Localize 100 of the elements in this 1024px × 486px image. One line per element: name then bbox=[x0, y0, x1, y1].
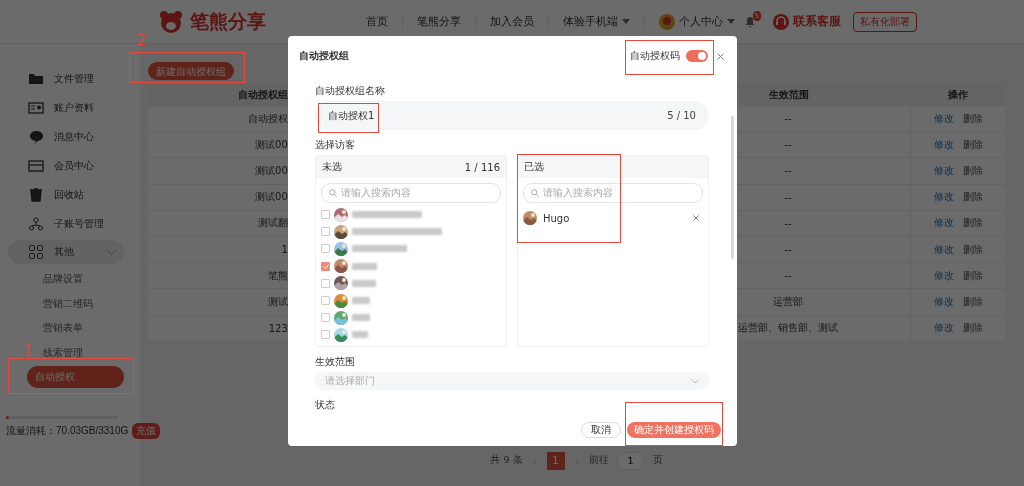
caret-icon bbox=[727, 19, 735, 24]
table-cell: -- bbox=[784, 139, 792, 151]
blurred-name bbox=[352, 314, 370, 322]
table-cell-text: 测试 bbox=[266, 294, 288, 309]
sidebar-item[interactable]: 文件管理 bbox=[8, 64, 128, 93]
search-field[interactable]: 请输入搜索内容 bbox=[523, 183, 703, 203]
checkbox[interactable] bbox=[321, 278, 330, 288]
table-cell-text: 测试00 bbox=[254, 137, 288, 152]
sidebar-item[interactable]: 自动授权 bbox=[27, 366, 124, 388]
edit-link[interactable]: 修改 bbox=[933, 190, 954, 205]
nav-link[interactable]: 首页 bbox=[358, 14, 403, 29]
page-unit: 页 bbox=[652, 454, 663, 468]
checkbox[interactable] bbox=[321, 313, 330, 323]
panel-title: 未选 bbox=[322, 160, 342, 174]
user-menu[interactable]: 个人中心 bbox=[679, 14, 723, 29]
headset-icon bbox=[773, 13, 789, 30]
search-icon bbox=[531, 189, 539, 197]
delete-link[interactable]: 删除 bbox=[962, 268, 983, 283]
delete-link[interactable]: 删除 bbox=[962, 242, 983, 257]
checkbox[interactable] bbox=[321, 210, 330, 220]
avatar-icon bbox=[659, 13, 675, 30]
edit-link[interactable]: 修改 bbox=[933, 294, 954, 309]
department-select[interactable]: 请选择部门 bbox=[315, 372, 709, 390]
delete-link[interactable]: 删除 bbox=[962, 321, 983, 336]
sidebar-item[interactable]: 账户资料 bbox=[8, 93, 128, 122]
recharge-button[interactable]: 充值 bbox=[132, 423, 161, 439]
check-icon bbox=[322, 263, 329, 269]
chat-icon bbox=[28, 128, 44, 145]
close-icon[interactable] bbox=[717, 52, 724, 60]
checkbox[interactable] bbox=[321, 330, 330, 340]
table-cell-text: 123 bbox=[267, 321, 288, 336]
grid-icon bbox=[28, 244, 44, 260]
highlight-box bbox=[318, 102, 380, 133]
edit-link[interactable]: 修改 bbox=[933, 216, 954, 231]
support-link[interactable]: 联系客服 bbox=[793, 13, 841, 30]
edit-link[interactable]: 修改 bbox=[933, 137, 954, 152]
nav-link[interactable]: 笔熊分享 bbox=[403, 14, 476, 29]
toggle-label: 自动授权码 bbox=[630, 49, 680, 63]
field-label: 选择访客 bbox=[315, 138, 355, 152]
cancel-button[interactable]: 取消 bbox=[581, 422, 621, 438]
table-cell: 运营部、销售部、测试 bbox=[738, 321, 839, 336]
column-header: 操作 bbox=[947, 87, 969, 102]
column-header: 自动授权组 bbox=[237, 87, 288, 102]
table-cell: -- bbox=[784, 191, 792, 203]
sidebar-item[interactable]: 子账号管理 bbox=[8, 209, 128, 238]
name-input[interactable]: 自动授权1 5 / 10 bbox=[315, 101, 709, 130]
checkbox[interactable] bbox=[321, 296, 330, 306]
delete-link[interactable]: 删除 bbox=[962, 111, 983, 126]
table-cell: -- bbox=[784, 217, 792, 229]
annotation-number: 2 bbox=[137, 33, 147, 48]
deploy-button[interactable]: 私有化部署 bbox=[853, 11, 917, 32]
org-chart-icon bbox=[28, 215, 44, 232]
nav-link[interactable]: 加入会员 bbox=[476, 14, 549, 29]
sidebar-item[interactable]: 线索管理 bbox=[38, 340, 124, 365]
panel-count: 1 / 116 bbox=[464, 161, 500, 173]
checkbox[interactable] bbox=[321, 261, 330, 271]
sidebar-item[interactable]: 消息中心 bbox=[8, 122, 128, 151]
id-card-icon bbox=[28, 99, 44, 116]
delete-link[interactable]: 删除 bbox=[962, 137, 983, 152]
checkbox[interactable] bbox=[321, 244, 330, 254]
edit-link[interactable]: 修改 bbox=[933, 321, 954, 336]
page-input[interactable]: 1 bbox=[616, 451, 645, 470]
edit-link[interactable]: 修改 bbox=[933, 163, 954, 178]
table-cell: -- bbox=[784, 270, 792, 282]
edit-link[interactable]: 修改 bbox=[933, 111, 954, 126]
bell-icon[interactable] bbox=[745, 16, 755, 27]
blurred-name bbox=[352, 262, 377, 270]
dialog-title: 自动授权组 bbox=[299, 49, 349, 63]
scrollbar[interactable] bbox=[731, 116, 734, 259]
page-number[interactable]: 1 bbox=[546, 451, 565, 470]
delete-link[interactable]: 删除 bbox=[962, 294, 983, 309]
toggle-switch[interactable] bbox=[686, 50, 708, 62]
nav-link[interactable]: 体验手机端 bbox=[549, 14, 645, 29]
checkbox[interactable] bbox=[321, 227, 330, 237]
column-header: 生效范围 bbox=[768, 87, 810, 102]
table-cell-text: 自动授权 bbox=[246, 111, 288, 126]
confirm-button[interactable]: 确定并创建授权码 bbox=[627, 422, 721, 438]
remove-icon[interactable] bbox=[693, 215, 699, 221]
blurred-name bbox=[352, 211, 422, 219]
table-cell-text: 测试00 bbox=[254, 163, 288, 178]
logo-text[interactable]: 笔熊分享 bbox=[190, 8, 266, 35]
delete-link[interactable]: 删除 bbox=[962, 163, 983, 178]
delete-link[interactable]: 删除 bbox=[962, 190, 983, 205]
search-icon bbox=[329, 189, 337, 197]
character-counter: 5 / 10 bbox=[667, 110, 696, 121]
table-cell-text: 测试翻 bbox=[256, 216, 288, 231]
sidebar-item[interactable]: 会员中心 bbox=[8, 151, 128, 180]
new-group-button[interactable]: 新建自动授权组 bbox=[148, 62, 234, 80]
field-label: 自动授权组名称 bbox=[315, 84, 385, 98]
delete-link[interactable]: 删除 bbox=[962, 216, 983, 231]
sidebar-item[interactable]: 其他 bbox=[8, 240, 124, 264]
edit-link[interactable]: 修改 bbox=[933, 242, 954, 257]
edit-link[interactable]: 修改 bbox=[933, 268, 954, 283]
goto-label: 前往 bbox=[588, 454, 609, 468]
sidebar-item[interactable]: 回收站 bbox=[8, 180, 128, 209]
panel-title: 已选 bbox=[524, 160, 544, 174]
search-field[interactable]: 请输入搜索内容 bbox=[321, 183, 501, 203]
table-cell: 运营部 bbox=[773, 294, 804, 309]
total-count: 共 9 条 bbox=[490, 454, 523, 468]
table-cell: -- bbox=[784, 244, 792, 256]
